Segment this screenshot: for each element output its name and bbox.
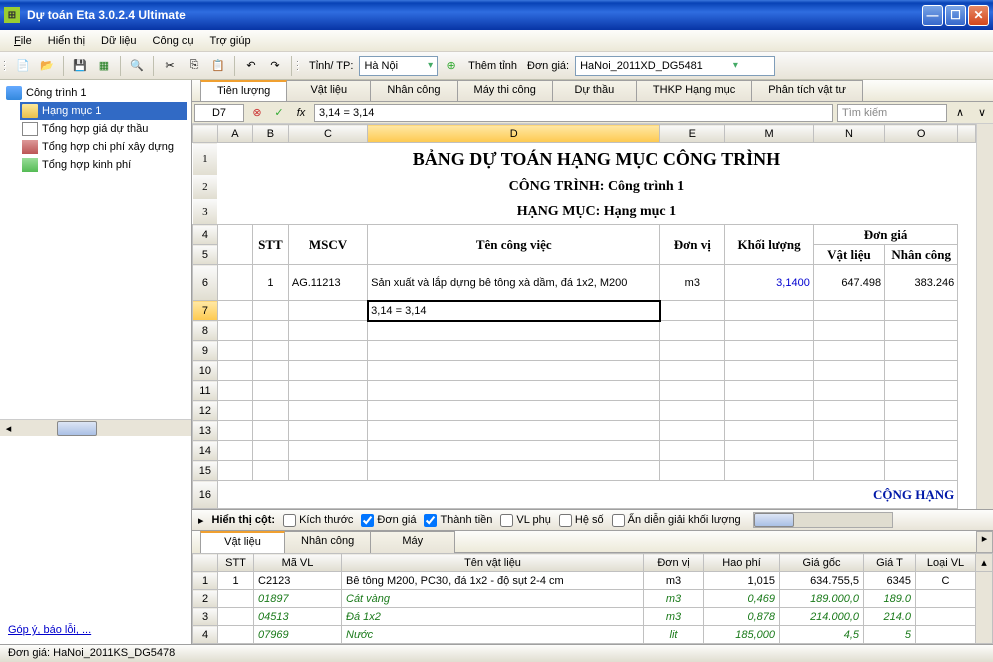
tree-item-cost[interactable]: Tổng hợp chi phí xây dựng [20, 138, 187, 156]
tab-machinery[interactable]: Máy thi công [457, 80, 553, 101]
tab-thkp[interactable]: THKP Hạng mục [636, 80, 752, 101]
chk-hide[interactable]: Ẩn diễn giải khối lượng [612, 514, 741, 527]
search-next-icon[interactable]: ∨ [973, 104, 991, 122]
main-area: Tiên lượng Vật liệu Nhân công Máy thi cô… [192, 80, 993, 644]
tree-item-budget[interactable]: Tổng hợp kinh phí [20, 156, 187, 174]
open-button[interactable]: 📂 [36, 55, 58, 77]
tree-root[interactable]: Công trình 1 [4, 84, 187, 102]
menu-view[interactable]: Hiển thị [40, 32, 93, 50]
fx-icon[interactable]: fx [292, 104, 310, 122]
spreadsheet[interactable]: ABCDEMNO 1BẢNG DỰ TOÁN HẠNG MỤC CÔNG TRÌ… [192, 124, 993, 509]
minimize-button[interactable]: — [922, 5, 943, 26]
search-input[interactable]: Tìm kiếm [837, 104, 947, 122]
new-button[interactable]: 📄 [12, 55, 34, 77]
province-label: Tỉnh/ TP: [305, 60, 357, 72]
tabs-materials: Vật liệu Nhân công Máy ▸ [192, 531, 993, 553]
tab-bid[interactable]: Dự thầu [552, 80, 637, 101]
save-button[interactable]: 💾 [69, 55, 91, 77]
mat-row[interactable]: 201897Cát vàngm30,469189.000,0189.0 [193, 590, 993, 608]
menu-data[interactable]: Dữ liệu [93, 32, 145, 50]
mat-headers: STTMã VLTên vật liệuĐơn vịHao phíGiá gốc… [193, 554, 993, 572]
add-province-label[interactable]: Thêm tỉnh [464, 60, 521, 72]
vscroll[interactable] [976, 124, 993, 509]
chk-coef[interactable]: Hệ số [559, 514, 604, 527]
sheet-title: BẢNG DỰ TOÁN HẠNG MỤC CÔNG TRÌNH [217, 143, 975, 176]
active-cell[interactable]: 3,14 = 3,14 [368, 301, 660, 321]
preview-button[interactable]: 🔍 [126, 55, 148, 77]
sheet-subtitle1: CÔNG TRÌNH: Công trình 1 [217, 175, 975, 199]
tree-item-bid[interactable]: Tổng hợp giá dự thầu [20, 120, 187, 138]
mat-row[interactable]: 11C2123Bê tông M200, PC30, đá 1x2 - độ s… [193, 572, 993, 590]
chk-aux[interactable]: VL phụ [500, 514, 550, 527]
redo-button[interactable]: ↷ [264, 55, 286, 77]
accept-formula-icon[interactable]: ✓ [270, 104, 288, 122]
price-combo[interactable]: HaNoi_2011XD_DG5481▾ [575, 56, 775, 76]
menubar: File Hiển thị Dữ liệu Công cụ Trợ giúp [0, 30, 993, 52]
toolbar: 📄 📂 💾 ▦ 🔍 ✂ ⎘ 📋 ↶ ↷ Tỉnh/ TP: Hà Nội▾ ⊕ … [0, 52, 993, 80]
menu-tools[interactable]: Công cụ [145, 32, 202, 50]
formula-bar: D7 ⊗ ✓ fx 3,14 = 3,14 Tìm kiếm ∧ ∨ [192, 102, 993, 124]
toolbar-grip [4, 59, 10, 73]
menu-file[interactable]: File [6, 32, 40, 50]
sidebar: Công trình 1 Hạng mục 1 Tổng hợp giá dự … [0, 80, 192, 644]
copy-button[interactable]: ⎘ [183, 55, 205, 77]
materials-grid[interactable]: STTMã VLTên vật liệuĐơn vịHao phíGiá gốc… [192, 553, 993, 644]
tab-materials[interactable]: Vật liệu [286, 80, 371, 101]
project-tree: Công trình 1 Hạng mục 1 Tổng hợp giá dự … [0, 80, 191, 254]
formula-input[interactable]: 3,14 = 3,14 [314, 104, 833, 122]
cancel-formula-icon[interactable]: ⊗ [248, 104, 266, 122]
chk-size[interactable]: Kích thước [283, 514, 353, 527]
column-headers[interactable]: ABCDEMNO [193, 125, 976, 143]
cut-button[interactable]: ✂ [159, 55, 181, 77]
price-label: Đơn giá: [523, 60, 573, 72]
tab-quantities[interactable]: Tiên lượng [200, 80, 287, 101]
table-row-active[interactable]: 7 3,14 = 3,14 [193, 301, 976, 321]
cell-reference[interactable]: D7 [194, 104, 244, 122]
footer-sum: CỘNG HẠNG [217, 481, 957, 509]
mat-row[interactable]: 304513Đá 1x2m30,878214.000,0214.0 [193, 608, 993, 626]
tree-item-category[interactable]: Hạng mục 1 [20, 102, 187, 120]
toolbar-grip [297, 59, 303, 73]
maximize-button[interactable]: ☐ [945, 5, 966, 26]
tab-labor[interactable]: Nhân công [370, 80, 457, 101]
menu-help[interactable]: Trợ giúp [202, 32, 259, 50]
feedback-link[interactable]: Góp ý, báo lỗi, ... [0, 616, 191, 644]
paste-button[interactable]: 📋 [207, 55, 229, 77]
excel-button[interactable]: ▦ [93, 55, 115, 77]
mat-row[interactable]: 407969Nướclit185,0004,55 [193, 626, 993, 644]
province-combo[interactable]: Hà Nội▾ [359, 56, 438, 76]
search-prev-icon[interactable]: ∧ [951, 104, 969, 122]
sidebar-hscroll[interactable]: ◂ [0, 419, 191, 436]
tab-analysis[interactable]: Phân tích vật tư [751, 80, 863, 101]
tab-mat-may[interactable]: Máy [370, 531, 455, 553]
scroll-right-icon[interactable]: ▸ [976, 531, 993, 553]
window-title: Dự toán Eta 3.0.2.4 Ultimate [25, 8, 920, 22]
tabs-main: Tiên lượng Vật liệu Nhân công Máy thi cô… [192, 80, 993, 102]
tab-mat-vl[interactable]: Vật liệu [200, 531, 285, 553]
close-button[interactable]: ✕ [968, 5, 989, 26]
column-filter-bar: ▸ Hiển thị cột: Kích thước Đơn giá Thành… [192, 509, 993, 531]
tab-mat-nc[interactable]: Nhân công [284, 531, 371, 553]
filter-scroll[interactable] [753, 512, 893, 528]
chk-price[interactable]: Đơn giá [361, 514, 416, 527]
statusbar: Đơn giá: HaNoi_2011KS_DG5478 [0, 644, 993, 662]
undo-button[interactable]: ↶ [240, 55, 262, 77]
table-row[interactable]: 6 1 AG.11213 Sản xuất và lắp dựng bê tôn… [193, 265, 976, 301]
app-icon: ⊞ [4, 7, 20, 23]
titlebar: ⊞ Dự toán Eta 3.0.2.4 Ultimate — ☐ ✕ [0, 0, 993, 30]
add-province-icon[interactable]: ⊕ [440, 55, 462, 77]
sheet-subtitle2: HẠNG MỤC: Hạng mục 1 [217, 199, 975, 224]
chk-total[interactable]: Thành tiền [424, 514, 492, 527]
